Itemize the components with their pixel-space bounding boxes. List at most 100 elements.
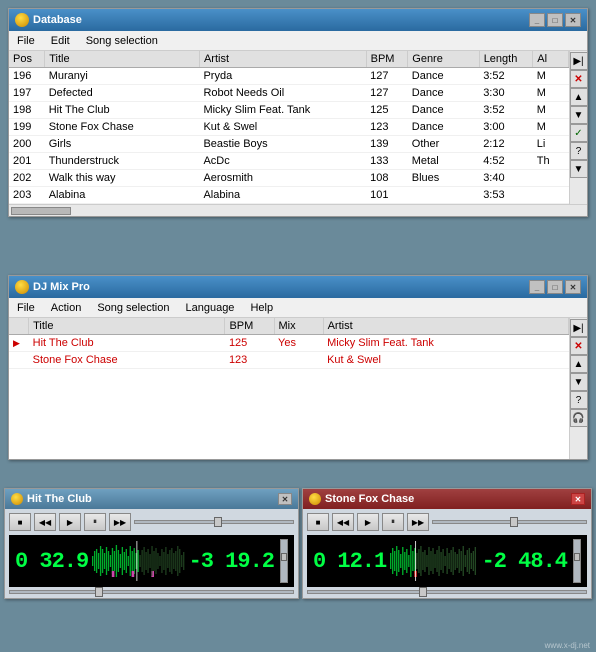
dj-btn-skip[interactable]: ▶| (570, 319, 588, 337)
dj-btn-down[interactable]: ▼ (570, 373, 588, 391)
player1-play-button[interactable]: ▶ (59, 513, 81, 531)
database-title-text: Database (33, 14, 525, 26)
player1-icon (11, 493, 23, 505)
djmix-minimize-button[interactable]: _ (529, 280, 545, 294)
cell-genre: Blues (408, 170, 479, 187)
player1-time-display: 0 32.9 (9, 535, 294, 587)
djmix-title-bar[interactable]: DJ Mix Pro _ □ ✕ (9, 276, 587, 298)
cell-artist: Beastie Boys (199, 136, 366, 153)
player1-pitch-thumb (95, 587, 103, 597)
database-title-bar[interactable]: Database _ □ ✕ (9, 9, 587, 31)
db-menu-edit[interactable]: Edit (47, 33, 74, 49)
player1-body: ■ ◀◀ ▶ ⏸ ▶▶ 0 32.9 (5, 509, 298, 598)
player2-fastforward-button[interactable]: ▶▶ (407, 513, 429, 531)
player2-close-button[interactable]: ✕ (571, 493, 585, 505)
cell-genre: Dance (408, 85, 479, 102)
dj-btn-close[interactable]: ✕ (570, 337, 588, 355)
cell-length: 2:12 (479, 136, 533, 153)
cell-genre: Dance (408, 102, 479, 119)
player1-stop-button[interactable]: ■ (9, 513, 31, 531)
player1-pause-button[interactable]: ⏸ (84, 513, 106, 531)
cell-title: Girls (45, 136, 200, 153)
player1-volume-control (278, 539, 288, 583)
database-close-button[interactable]: ✕ (565, 13, 581, 27)
db-btn-down[interactable]: ▼ (570, 106, 588, 124)
dj-cell-indicator: ▶ (9, 335, 29, 352)
database-row[interactable]: 201 Thunderstruck AcDc 133 Metal 4:52 Th (9, 153, 569, 170)
db-btn-close[interactable]: ✕ (570, 70, 588, 88)
db-h-scroll-thumb[interactable] (11, 207, 71, 215)
player1-rewind-button[interactable]: ◀◀ (34, 513, 56, 531)
player2-volume-slider[interactable] (573, 539, 581, 583)
dj-menu-help[interactable]: Help (246, 300, 277, 316)
database-table: Pos Title Artist BPM Genre Length Al 196… (9, 51, 569, 204)
database-row[interactable]: 202 Walk this way Aerosmith 108 Blues 3:… (9, 170, 569, 187)
cell-bpm: 127 (366, 68, 408, 85)
database-side-buttons: ▶| ✕ ▲ ▼ ✓ ? ▼ (569, 51, 587, 204)
dj-menu-action[interactable]: Action (47, 300, 86, 316)
database-row[interactable]: 197 Defected Robot Needs Oil 127 Dance 3… (9, 85, 569, 102)
dj-cell-artist: Kut & Swel (323, 352, 568, 369)
cell-bpm: 139 (366, 136, 408, 153)
database-maximize-button[interactable]: □ (547, 13, 563, 27)
cell-bpm: 133 (366, 153, 408, 170)
player2-rewind-button[interactable]: ◀◀ (332, 513, 354, 531)
db-btn-check[interactable]: ✓ (570, 124, 588, 142)
database-h-scrollbar[interactable] (9, 204, 587, 216)
db-btn-skip[interactable]: ▶| (570, 52, 588, 70)
dj-menu-file[interactable]: File (13, 300, 39, 316)
database-row[interactable]: 200 Girls Beastie Boys 139 Other 2:12 Li (9, 136, 569, 153)
player1-volume-slider[interactable] (280, 539, 288, 583)
dj-btn-headphones[interactable]: 🎧 (570, 409, 588, 427)
djmix-row[interactable]: ▶ Hit The Club 125 Yes Micky Slim Feat. … (9, 335, 569, 352)
cell-al: Th (533, 153, 569, 170)
cell-artist: Alabina (199, 187, 366, 204)
cell-bpm: 123 (366, 119, 408, 136)
player2-volume-thumb (574, 553, 580, 561)
player2-stop-button[interactable]: ■ (307, 513, 329, 531)
cell-length: 3:53 (479, 187, 533, 204)
djmix-close-button[interactable]: ✕ (565, 280, 581, 294)
dj-col-title: Title (29, 318, 225, 335)
db-btn-bottom[interactable]: ▼ (570, 160, 588, 178)
dj-menu-language[interactable]: Language (181, 300, 238, 316)
col-pos: Pos (9, 51, 45, 68)
player2-pause-button[interactable]: ⏸ (382, 513, 404, 531)
dj-cell-indicator (9, 352, 29, 369)
dj-col-artist: Artist (323, 318, 568, 335)
player1-pitch-slider[interactable] (9, 590, 294, 594)
djmix-table-container: Title BPM Mix Artist ▶ Hit The Club 125 … (9, 318, 569, 459)
player1-title-bar[interactable]: Hit The Club ✕ (5, 489, 298, 509)
dj-menu-song-selection[interactable]: Song selection (93, 300, 173, 316)
database-row[interactable]: 203 Alabina Alabina 101 3:53 (9, 187, 569, 204)
cell-bpm: 127 (366, 85, 408, 102)
db-btn-up[interactable]: ▲ (570, 88, 588, 106)
player1-close-button[interactable]: ✕ (278, 493, 292, 505)
player2-time-pos: 0 12.1 (313, 549, 386, 574)
player2-play-button[interactable]: ▶ (357, 513, 379, 531)
djmix-row[interactable]: Stone Fox Chase 123 Kut & Swel (9, 352, 569, 369)
database-row[interactable]: 198 Hit The Club Micky Slim Feat. Tank 1… (9, 102, 569, 119)
database-minimize-button[interactable]: _ (529, 13, 545, 27)
dj-btn-help[interactable]: ? (570, 391, 588, 409)
cell-title: Stone Fox Chase (45, 119, 200, 136)
database-row[interactable]: 196 Muranyi Pryda 127 Dance 3:52 M (9, 68, 569, 85)
database-window-icon (15, 13, 29, 27)
player2-position-slider[interactable] (432, 520, 587, 524)
db-menu-song-selection[interactable]: Song selection (82, 33, 162, 49)
player2-pitch-slider[interactable] (307, 590, 587, 594)
dj-btn-up[interactable]: ▲ (570, 355, 588, 373)
player2-volume-control (571, 539, 581, 583)
db-menu-file[interactable]: File (13, 33, 39, 49)
djmix-maximize-button[interactable]: □ (547, 280, 563, 294)
cell-genre: Other (408, 136, 479, 153)
djmix-empty-area (9, 369, 569, 459)
cell-bpm: 101 (366, 187, 408, 204)
db-btn-help[interactable]: ? (570, 142, 588, 160)
database-row[interactable]: 199 Stone Fox Chase Kut & Swel 123 Dance… (9, 119, 569, 136)
player1-position-slider[interactable] (134, 520, 294, 524)
player2-title-bar[interactable]: Stone Fox Chase ✕ (303, 489, 591, 509)
cell-pos: 197 (9, 85, 45, 102)
player1-fastforward-button[interactable]: ▶▶ (109, 513, 131, 531)
cell-pos: 196 (9, 68, 45, 85)
